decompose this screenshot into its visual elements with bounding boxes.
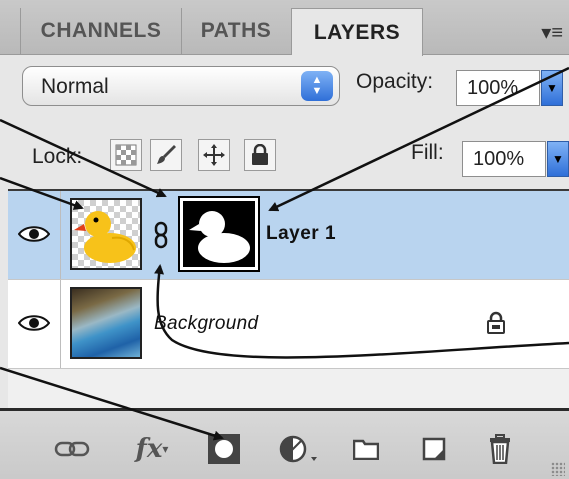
lock-all-padlock-icon	[252, 144, 268, 165]
lock-position-button[interactable]	[198, 139, 230, 171]
fill-input[interactable]: 100%	[462, 141, 546, 177]
layer-row-layer-1[interactable]: Layer 1	[8, 191, 569, 280]
fx-layer-style-button[interactable]: fx ▾	[128, 431, 176, 467]
fx-layer-style-icon: fx	[135, 434, 163, 464]
blend-mode-value: Normal	[41, 75, 109, 98]
eye-icon	[18, 226, 50, 242]
layer-thumbnail-background[interactable]	[70, 287, 142, 359]
lock-image-pixels-button[interactable]	[150, 139, 182, 171]
new-layer-button[interactable]	[414, 431, 454, 467]
lock-transparent-pixels-button[interactable]	[110, 139, 142, 171]
layers-panel: CHANNELS PATHS LAYERS ▾≡ Normal ▲ ▼ Opaci…	[0, 0, 569, 479]
link-layers-button[interactable]	[52, 431, 92, 467]
delete-layer-trash-icon	[490, 434, 510, 464]
add-layer-mask-icon	[208, 434, 240, 464]
new-group-folder-icon	[353, 439, 379, 460]
duck-silhouette-mask-icon	[189, 211, 250, 263]
lock-label: Lock:	[32, 145, 83, 168]
visibility-toggle[interactable]	[8, 191, 61, 279]
new-group-button[interactable]	[346, 431, 386, 467]
visibility-toggle[interactable]	[8, 280, 61, 368]
panel-tab-bar: CHANNELS PATHS LAYERS ▾≡	[0, 0, 569, 56]
fill-label: Fill:	[411, 141, 444, 164]
eye-icon	[18, 315, 50, 331]
panel-menu-icon[interactable]: ▾≡	[541, 20, 563, 45]
link-layers-icon	[54, 441, 90, 457]
layer-name[interactable]: Layer 1	[266, 223, 336, 245]
opacity-label: Opacity:	[356, 70, 434, 93]
lock-position-move-icon	[203, 144, 225, 166]
lock-transparent-pixels-icon	[115, 144, 137, 166]
tab-channels[interactable]: CHANNELS	[20, 8, 182, 54]
mask-link-chain-icon[interactable]	[154, 221, 168, 249]
lock-image-pixels-brush-icon	[157, 145, 176, 164]
fill-dropdown-icon[interactable]: ▼	[547, 141, 569, 177]
layer-mask-thumbnail[interactable]	[178, 196, 260, 272]
new-layer-icon	[422, 437, 446, 461]
opacity-dropdown-icon[interactable]: ▼	[541, 70, 563, 106]
adjustment-layer-button[interactable]	[274, 431, 324, 467]
adjustment-layer-icon	[279, 435, 317, 463]
opacity-input[interactable]: 100%	[456, 70, 540, 106]
tab-layers[interactable]: LAYERS	[292, 8, 423, 56]
updown-arrows-icon: ▲ ▼	[301, 71, 333, 101]
lock-all-button[interactable]	[244, 139, 276, 171]
rubber-duck-icon	[74, 211, 136, 263]
blend-mode-select[interactable]: Normal ▲ ▼	[22, 66, 340, 106]
resize-grip[interactable]	[551, 462, 565, 476]
tab-paths[interactable]: PATHS	[181, 8, 292, 54]
layer-locked-padlock-icon	[487, 311, 505, 334]
layer-row-background[interactable]: Background	[8, 280, 569, 369]
layers-list: Layer 1 Background	[8, 189, 569, 409]
layer-name[interactable]: Background	[154, 313, 258, 335]
delete-layer-button[interactable]	[480, 431, 520, 467]
layer-thumbnail-duck[interactable]	[70, 198, 142, 270]
layers-toolbar: fx ▾	[0, 408, 569, 479]
add-layer-mask-button[interactable]	[204, 431, 244, 467]
